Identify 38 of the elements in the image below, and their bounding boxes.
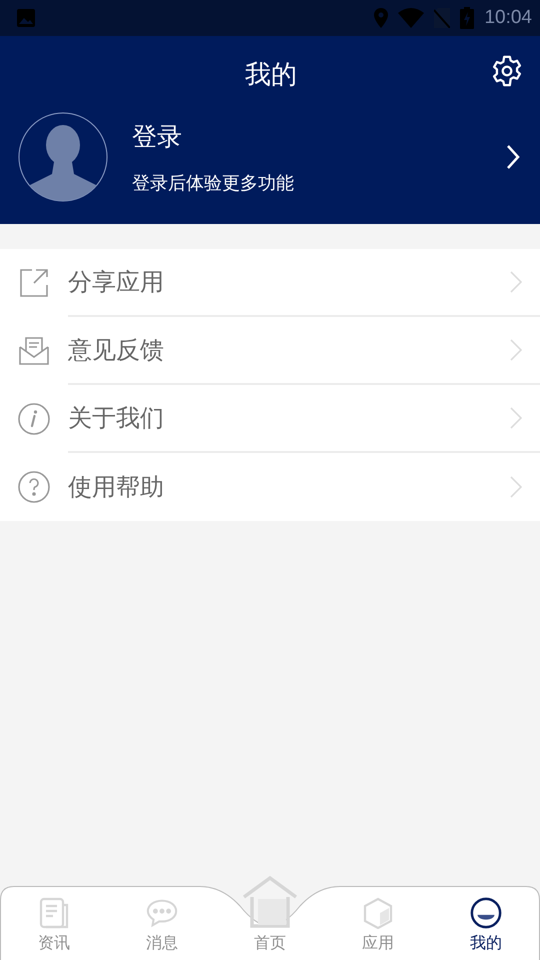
menu-label: 使用帮助: [68, 472, 164, 503]
tab[interactable]: 消息: [108, 860, 216, 960]
menu-label: 意见反馈: [68, 335, 164, 366]
image-icon: [16, 8, 36, 28]
tab[interactable]: 资讯: [0, 860, 108, 960]
help-icon: [18, 471, 50, 503]
profile-circle-icon: [470, 897, 502, 929]
location-icon: [374, 8, 388, 28]
settings-icon[interactable]: [490, 54, 524, 88]
login-hint: 登录后体验更多功能: [132, 172, 295, 194]
envelope-icon: [18, 335, 50, 367]
battery-icon: [460, 7, 474, 29]
tab[interactable]: 应用: [324, 860, 432, 960]
tab[interactable]: 我的: [432, 860, 540, 960]
menu-item[interactable]: 关于我们: [0, 385, 540, 453]
menu-item[interactable]: 使用帮助: [0, 453, 540, 521]
chevron-right-icon: [510, 271, 522, 293]
no-sim-icon: [434, 8, 450, 28]
chevron-right-icon[interactable]: [506, 144, 520, 170]
menu-label: 分享应用: [68, 267, 164, 298]
share-icon: [18, 267, 50, 299]
wifi-icon: [398, 8, 424, 28]
chevron-right-icon: [510, 339, 522, 361]
tab[interactable]: 首页: [216, 860, 324, 960]
info-icon: [18, 403, 50, 435]
avatar-icon[interactable]: [18, 112, 108, 202]
login-link[interactable]: 登录: [132, 120, 506, 152]
menu-item[interactable]: 意见反馈: [0, 317, 540, 385]
page-title: 我的: [245, 58, 297, 92]
status-time: 10:04: [484, 7, 532, 29]
menu-item[interactable]: 分享应用: [0, 249, 540, 317]
chat-bubble-icon: [146, 897, 178, 929]
house-icon: [240, 875, 300, 929]
newspaper-icon: [38, 897, 70, 929]
menu-label: 关于我们: [68, 403, 164, 434]
chevron-right-icon: [510, 407, 522, 429]
cube-icon: [362, 897, 394, 929]
chevron-right-icon: [510, 476, 522, 498]
